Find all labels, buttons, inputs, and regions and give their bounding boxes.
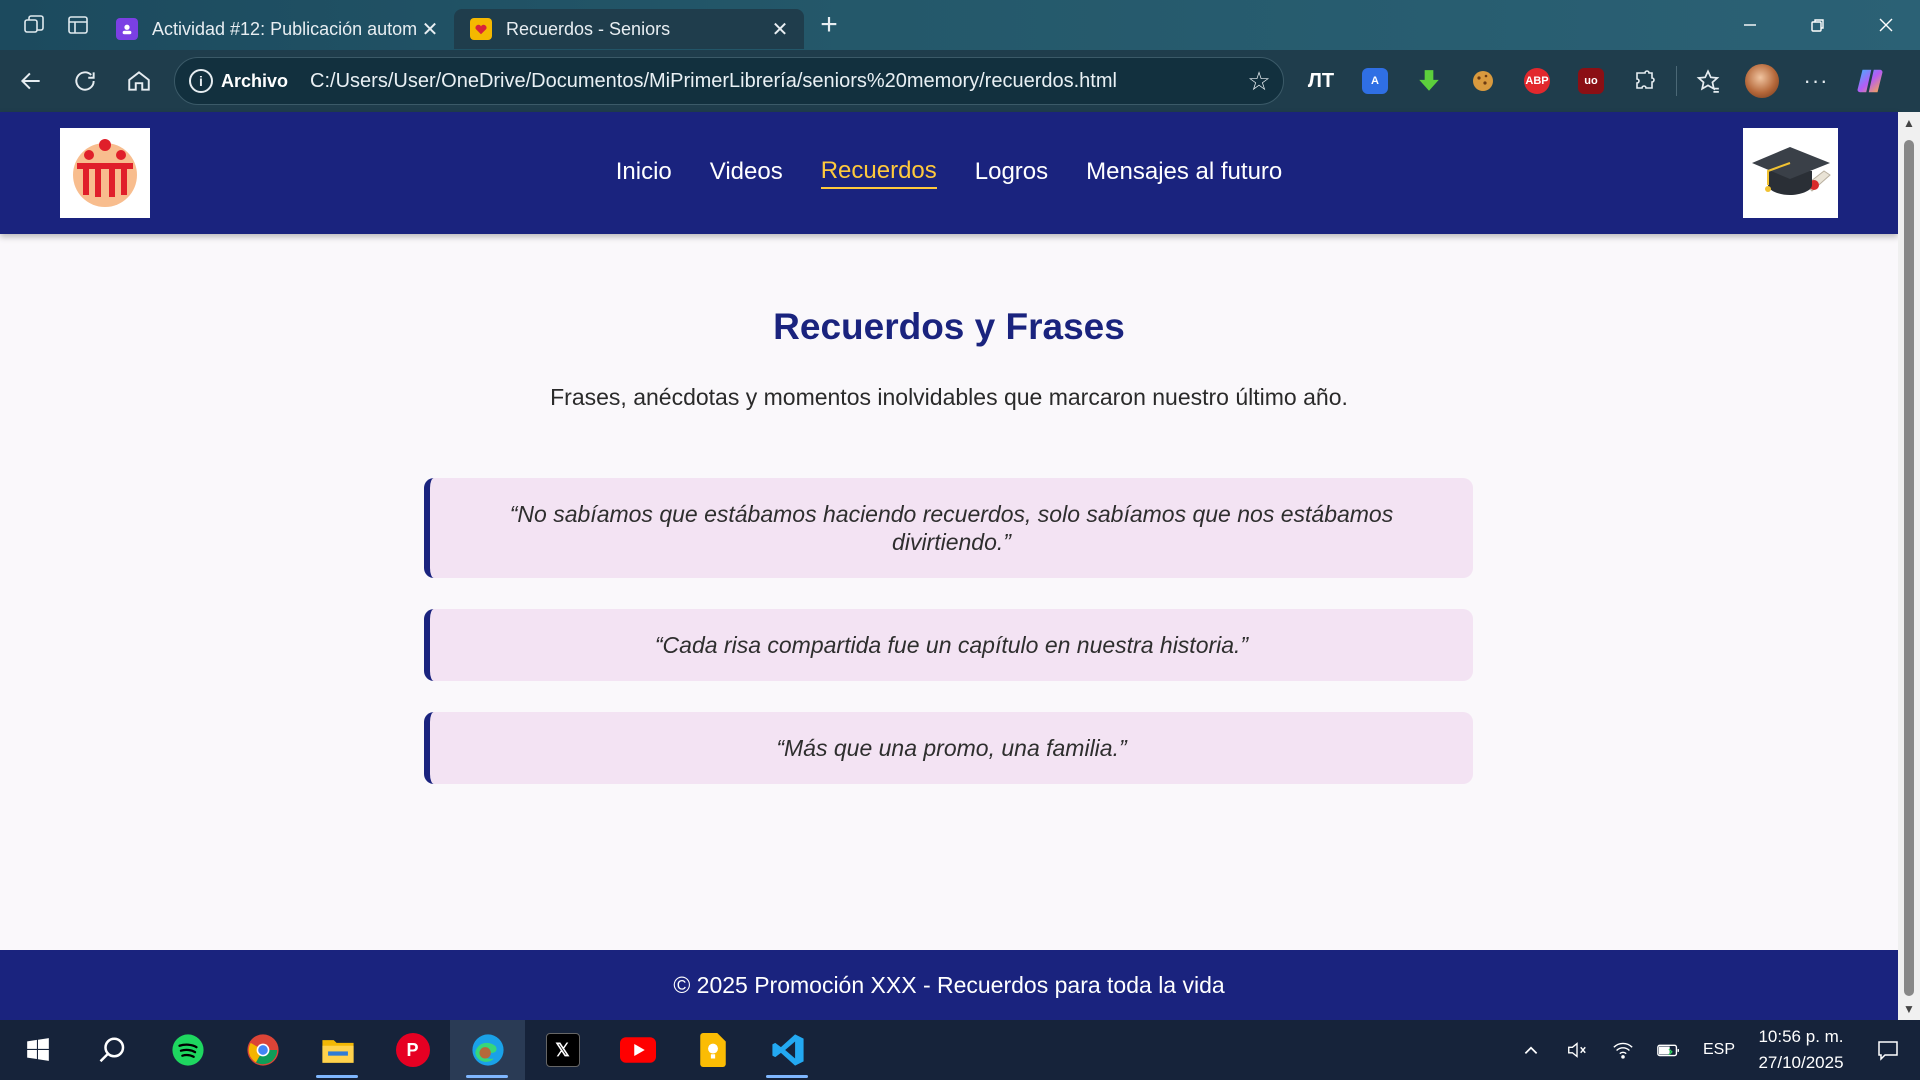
tab-recuerdos[interactable]: Recuerdos - Seniors ✕: [454, 9, 804, 49]
tab-title: Actividad #12: Publicación autom: [152, 18, 418, 39]
favorites-icon[interactable]: [1681, 54, 1735, 108]
chrome-icon[interactable]: [225, 1020, 300, 1080]
start-icon[interactable]: [0, 1020, 75, 1080]
immersive-translate-icon[interactable]: ЛТ: [1294, 54, 1348, 108]
edge-icon[interactable]: [450, 1020, 525, 1080]
assignment-favicon: [116, 18, 138, 40]
battery-icon[interactable]: [1646, 1020, 1692, 1080]
extension-label: A: [1362, 68, 1388, 94]
close-window-icon[interactable]: [1852, 0, 1920, 50]
scroll-down-icon[interactable]: ▼: [1898, 998, 1920, 1020]
quote-card: “Cada risa compartida fue un capítulo en…: [424, 609, 1473, 681]
close-tab-icon[interactable]: ✕: [420, 19, 440, 41]
quote-card: “No sabíamos que estábamos haciendo recu…: [424, 478, 1473, 578]
extensions-area: ЛТ A ABP uo ···: [1294, 50, 1897, 112]
quote-text: “No sabíamos que estábamos haciendo recu…: [509, 501, 1394, 555]
extension-label: ЛТ: [1307, 69, 1335, 92]
quote-text: “Cada risa compartida fue un capítulo en…: [654, 632, 1249, 658]
cookie-icon[interactable]: [1456, 54, 1510, 108]
page-subtitle: Frases, anécdotas y momentos inolvidable…: [550, 384, 1348, 410]
extensions-puzzle-icon[interactable]: [1618, 54, 1672, 108]
scroll-up-icon[interactable]: ▲: [1898, 112, 1920, 134]
home-icon[interactable]: [112, 54, 166, 108]
site-header: Inicio Videos Recuerdos Logros Mensajes …: [0, 112, 1898, 234]
favorite-star-icon[interactable]: ☆: [1235, 66, 1283, 97]
graduation-cap-logo[interactable]: [1743, 128, 1838, 218]
spotify-icon[interactable]: [150, 1020, 225, 1080]
window-controls: [1716, 0, 1920, 50]
file-explorer-icon[interactable]: [300, 1020, 375, 1080]
back-icon[interactable]: [4, 54, 58, 108]
toolbar-separator: [1676, 66, 1677, 96]
clock-time: 10:56 p. m.: [1758, 1027, 1844, 1046]
page-scrollbar[interactable]: ▲ ▼: [1898, 112, 1920, 1020]
running-indicator: [766, 1075, 808, 1078]
refresh-icon[interactable]: [58, 54, 112, 108]
wifi-icon[interactable]: [1600, 1020, 1646, 1080]
translate-icon[interactable]: A: [1348, 54, 1402, 108]
adblock-plus-icon[interactable]: ABP: [1510, 54, 1564, 108]
minimize-icon[interactable]: [1716, 0, 1784, 50]
clock[interactable]: 10:56 p. m. 27/10/2025: [1746, 1020, 1856, 1080]
keep-icon[interactable]: [675, 1020, 750, 1080]
browser-toolbar: i Archivo C:/Users/User/OneDrive/Documen…: [0, 50, 1920, 112]
close-tab-icon[interactable]: ✕: [770, 19, 790, 41]
running-indicator: [316, 1075, 358, 1078]
tab-title: Recuerdos - Seniors: [506, 18, 671, 39]
restore-icon[interactable]: [1784, 0, 1852, 50]
footer-text: © 2025 Promoción XXX - Recuerdos para to…: [673, 971, 1225, 998]
heart-favicon: [470, 18, 492, 40]
volume-muted-icon[interactable]: [1554, 1020, 1600, 1080]
workspaces-icon[interactable]: [12, 0, 56, 50]
clock-date: 27/10/2025: [1758, 1053, 1844, 1072]
nav-inicio[interactable]: Inicio: [616, 158, 672, 188]
ublock-icon[interactable]: uo: [1564, 54, 1618, 108]
chevron-up-icon[interactable]: [1508, 1020, 1554, 1080]
profile-avatar[interactable]: [1735, 54, 1789, 108]
nav-mensajes-al-futuro[interactable]: Mensajes al futuro: [1086, 158, 1282, 188]
site-footer: © 2025 Promoción XXX - Recuerdos para to…: [0, 950, 1898, 1020]
search-icon[interactable]: [75, 1020, 150, 1080]
running-indicator: [466, 1075, 508, 1078]
scrollbar-thumb[interactable]: [1904, 140, 1914, 996]
extension-label: ABP: [1524, 68, 1550, 94]
tab-actividad[interactable]: Actividad #12: Publicación autom ✕: [100, 9, 454, 49]
download-icon[interactable]: [1402, 54, 1456, 108]
quote-card: “Más que una promo, una familia.”: [424, 712, 1473, 784]
more-options-icon[interactable]: ···: [1789, 54, 1843, 108]
x-icon[interactable]: 𝕏: [525, 1020, 600, 1080]
site-info-icon[interactable]: i: [189, 69, 213, 93]
system-tray: ESP 10:56 p. m. 27/10/2025: [1508, 1020, 1920, 1080]
language-indicator[interactable]: ESP: [1692, 1020, 1746, 1080]
youtube-icon[interactable]: [600, 1020, 675, 1080]
nav-videos[interactable]: Videos: [710, 158, 783, 188]
quote-text: “Más que una promo, una familia.”: [776, 735, 1127, 761]
scheme-label: Archivo: [221, 70, 289, 91]
nav-recuerdos[interactable]: Recuerdos: [820, 157, 937, 189]
notifications-icon[interactable]: [1856, 1020, 1920, 1080]
main-nav: Inicio Videos Recuerdos Logros Mensajes …: [0, 112, 1898, 234]
page-title: Recuerdos y Frases: [773, 306, 1125, 347]
tab-actions-icon[interactable]: [56, 0, 100, 50]
main-content: Recuerdos y Frases Frases, anécdotas y m…: [0, 234, 1898, 950]
address-bar[interactable]: i Archivo C:/Users/User/OneDrive/Documen…: [174, 57, 1284, 105]
url-text[interactable]: C:/Users/User/OneDrive/Documentos/MiPrim…: [310, 70, 1235, 93]
browser-tab-strip: Actividad #12: Publicación autom ✕ Recue…: [0, 0, 1920, 50]
pinterest-icon[interactable]: P: [375, 1020, 450, 1080]
nav-logros[interactable]: Logros: [975, 158, 1048, 188]
new-tab-button[interactable]: +: [804, 0, 854, 50]
extension-label: uo: [1578, 68, 1604, 94]
vscode-icon[interactable]: [750, 1020, 825, 1080]
windows-taskbar: P 𝕏 ESP 10:56 p. m. 27/10/2025: [0, 1020, 1920, 1080]
copilot-icon[interactable]: [1843, 54, 1897, 108]
